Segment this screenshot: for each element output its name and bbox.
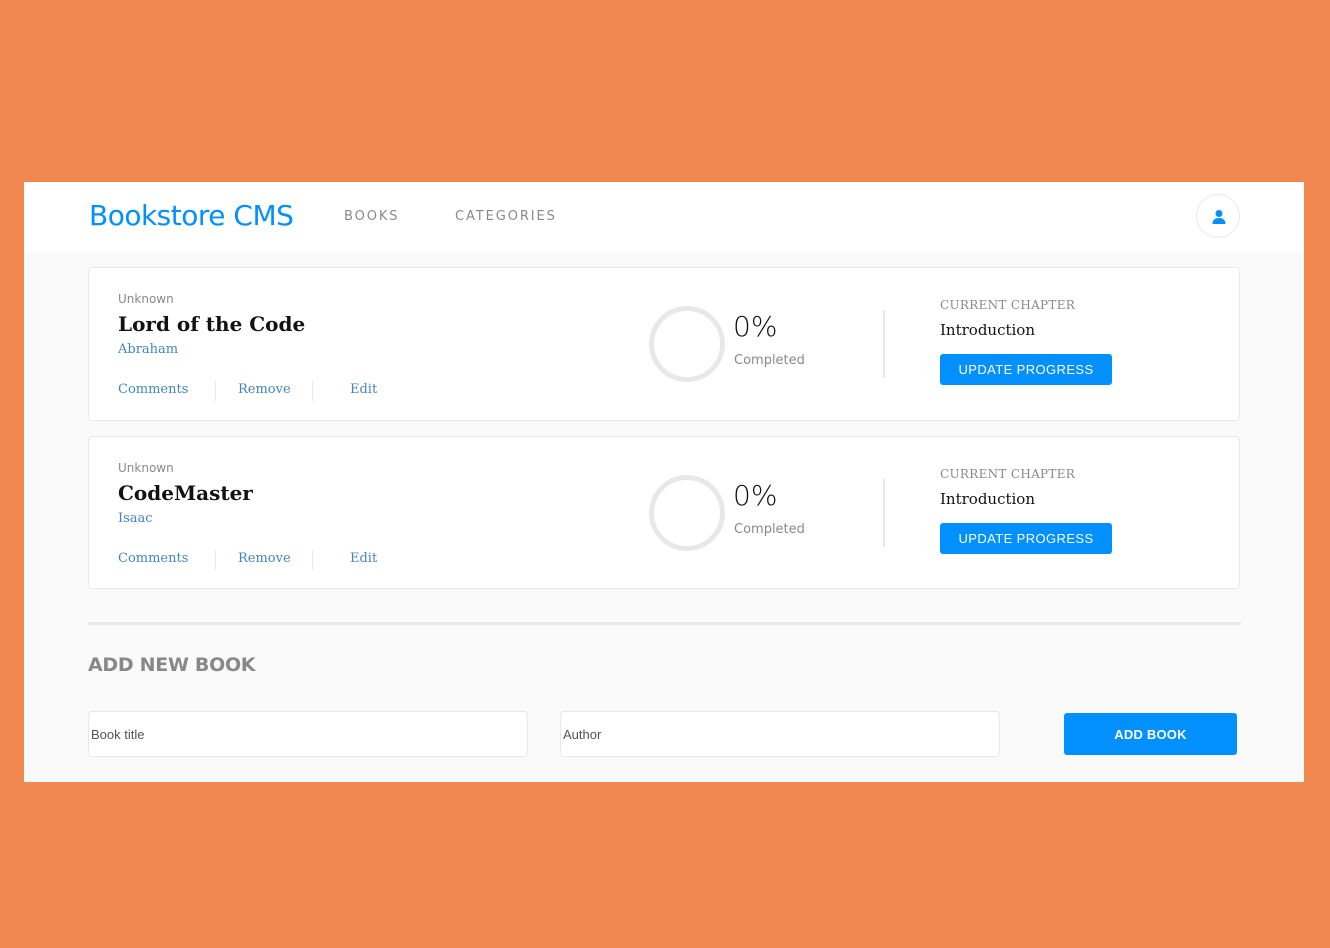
current-chapter-label: CURRENT CHAPTER: [940, 467, 1076, 481]
user-profile-button[interactable]: [1196, 194, 1240, 238]
book-card: Unknown CodeMaster Isaac Comments Remove…: [88, 436, 1240, 589]
user-icon: [1212, 210, 1226, 224]
progress-percent: 0%: [733, 479, 778, 512]
book-title: Lord of the Code: [118, 312, 306, 336]
current-chapter: Introduction: [940, 490, 1035, 508]
remove-button[interactable]: Remove: [238, 382, 291, 397]
navbar: Bookstore CMS BOOKS CATEGORIES: [24, 182, 1304, 252]
comments-button[interactable]: Comments: [118, 382, 188, 397]
nav-categories-link[interactable]: CATEGORIES: [455, 209, 557, 224]
author-input[interactable]: [560, 711, 1000, 757]
book-title-input[interactable]: [88, 711, 528, 757]
book-author: Isaac: [118, 511, 153, 526]
comments-button[interactable]: Comments: [118, 551, 188, 566]
book-author: Abraham: [118, 342, 179, 357]
progress-divider: [883, 479, 885, 547]
progress-percent: 0%: [733, 310, 778, 343]
current-chapter-label: CURRENT CHAPTER: [940, 298, 1076, 312]
edit-button[interactable]: Edit: [350, 382, 377, 397]
section-divider: [88, 622, 1241, 625]
update-progress-button[interactable]: UPDATE PROGRESS: [940, 523, 1112, 554]
current-chapter: Introduction: [940, 321, 1035, 339]
bookstore-app: Bookstore CMS BOOKS CATEGORIES Unknown L…: [24, 182, 1304, 782]
action-divider: [312, 550, 313, 570]
action-divider: [312, 381, 313, 401]
progress-label: Completed: [734, 522, 805, 537]
add-book-button[interactable]: ADD BOOK: [1064, 713, 1237, 755]
action-divider: [215, 381, 216, 401]
book-genre: Unknown: [118, 461, 174, 475]
book-genre: Unknown: [118, 292, 174, 306]
brand-logo[interactable]: Bookstore CMS: [89, 199, 294, 232]
progress-circle: [649, 475, 725, 551]
edit-button[interactable]: Edit: [350, 551, 377, 566]
remove-button[interactable]: Remove: [238, 551, 291, 566]
book-card: Unknown Lord of the Code Abraham Comment…: [88, 267, 1240, 421]
action-divider: [215, 550, 216, 570]
progress-circle: [649, 306, 725, 382]
progress-label: Completed: [734, 353, 805, 368]
progress-divider: [883, 310, 885, 378]
update-progress-button[interactable]: UPDATE PROGRESS: [940, 354, 1112, 385]
add-book-heading: ADD NEW BOOK: [88, 654, 256, 676]
book-title: CodeMaster: [118, 481, 253, 505]
nav-books-link[interactable]: BOOKS: [344, 209, 399, 224]
